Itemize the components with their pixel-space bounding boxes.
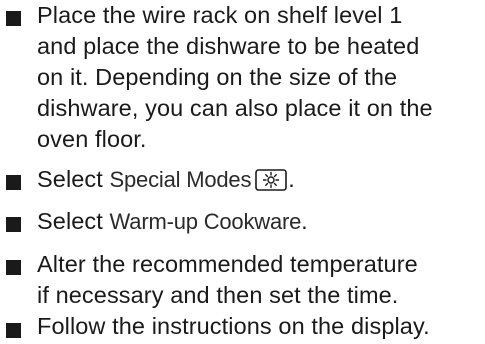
step-line: oven floor.	[37, 126, 147, 152]
menu-term-special-modes: Special Modes	[109, 167, 252, 192]
menu-term-warm-up-cookware: Warm-up Cookware	[109, 209, 302, 234]
square-bullet-icon	[6, 323, 21, 338]
step-line: Follow the instructions on the display.	[37, 313, 430, 339]
step-line: on it. Depending on the size of the	[37, 64, 398, 90]
step-line: Place the wire rack on shelf level 1	[37, 2, 403, 28]
square-bullet-icon	[6, 217, 21, 232]
step-line: dishware, you can also place it on the	[37, 95, 433, 121]
step-line: Alter the recommended temperature	[37, 251, 418, 277]
step-line: and place the dishware to be heated	[37, 33, 420, 59]
step-line: if necessary and then set the time.	[37, 282, 399, 308]
step-prefix: Select	[37, 208, 110, 234]
step-suffix: .	[301, 208, 308, 234]
step-suffix: .	[288, 166, 295, 192]
square-bullet-icon	[6, 260, 21, 275]
step-text: Select Warm-up Cookware.	[37, 206, 485, 237]
step-text: Follow the instructions on the display.	[37, 311, 485, 342]
step-prefix: Select	[37, 166, 110, 192]
special-modes-icon	[255, 168, 288, 191]
square-bullet-icon	[6, 175, 21, 190]
square-bullet-icon	[6, 11, 21, 26]
step-text: Select Special Modes .	[37, 164, 485, 195]
step-text: Place the wire rack on shelf level 1 and…	[37, 0, 485, 155]
step-text: Alter the recommended temperature if nec…	[37, 249, 485, 311]
